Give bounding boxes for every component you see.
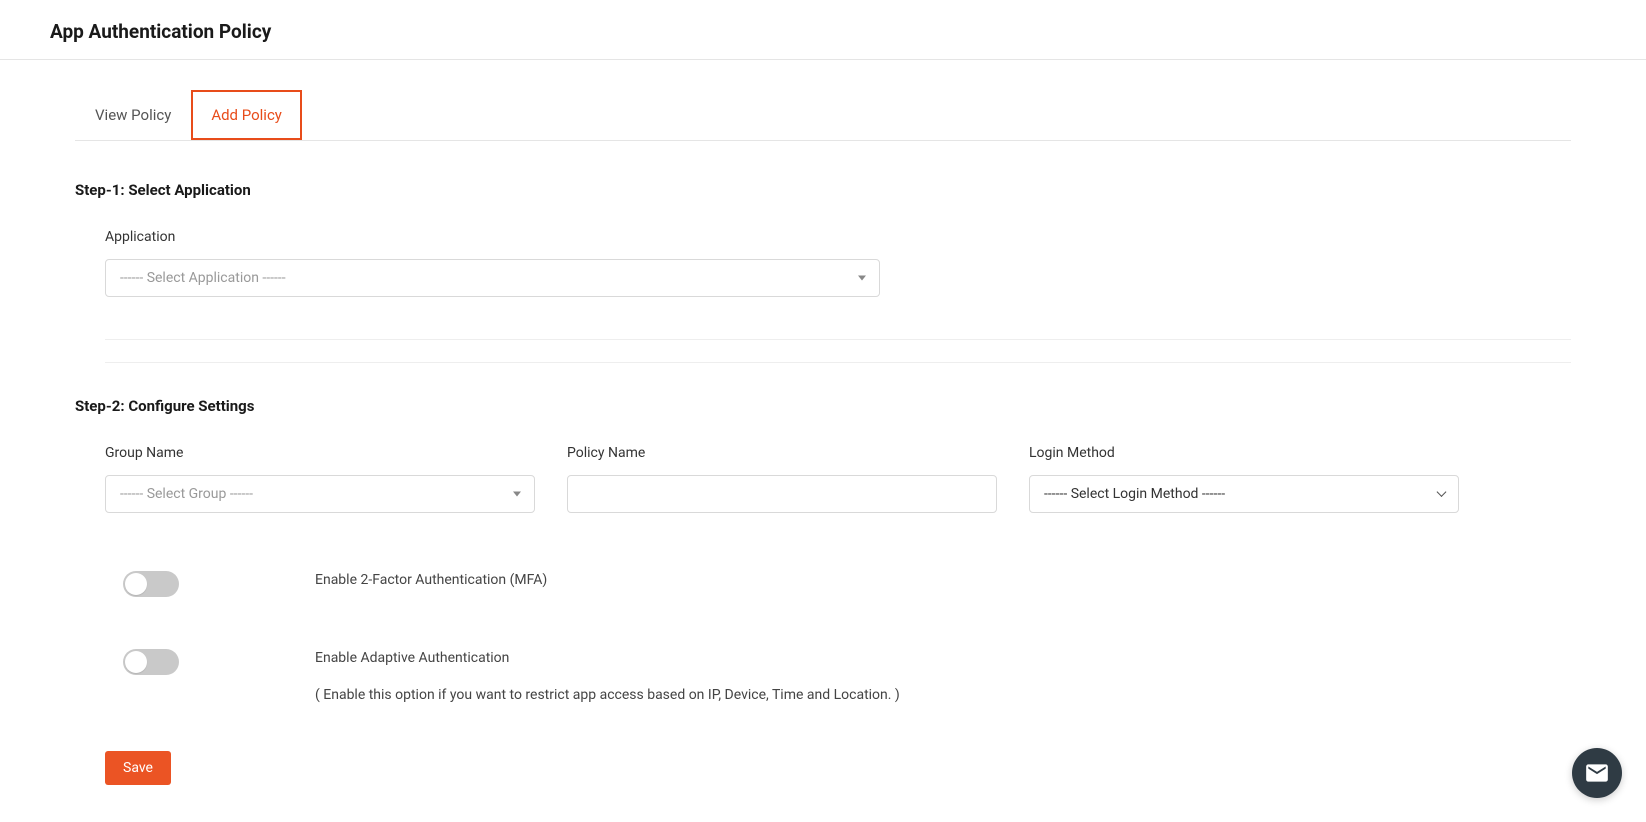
- mfa-toggle[interactable]: [123, 571, 179, 597]
- step2-row: Group Name ------ Select Group ------ Po…: [75, 445, 1571, 513]
- adaptive-label: Enable Adaptive Authentication: [315, 649, 900, 669]
- mfa-label: Enable 2-Factor Authentication (MFA): [315, 571, 547, 591]
- content-area: View Policy Add Policy Step-1: Select Ap…: [0, 60, 1646, 815]
- group-name-label: Group Name: [105, 445, 535, 461]
- step2-section: Step-2: Configure Settings Group Name --…: [75, 397, 1571, 785]
- tab-view-policy[interactable]: View Policy: [75, 90, 191, 140]
- application-select[interactable]: ------ Select Application ------: [105, 259, 880, 297]
- group-select-wrap: ------ Select Group ------: [105, 475, 535, 513]
- policy-name-input[interactable]: [567, 475, 997, 513]
- login-method-select-wrap: ------ Select Login Method ------: [1029, 475, 1459, 513]
- toggle-knob: [125, 573, 147, 595]
- mail-icon: [1584, 760, 1610, 786]
- group-name-select[interactable]: ------ Select Group ------: [105, 475, 535, 513]
- adaptive-row: Enable Adaptive Authentication ( Enable …: [105, 649, 1571, 703]
- save-button[interactable]: Save: [105, 751, 171, 785]
- toggle-knob: [125, 651, 147, 673]
- adaptive-text-block: Enable Adaptive Authentication ( Enable …: [315, 649, 900, 703]
- adaptive-toggle[interactable]: [123, 649, 179, 675]
- adaptive-help-text: ( Enable this option if you want to rest…: [315, 687, 900, 703]
- divider-1: [105, 339, 1571, 340]
- application-label: Application: [105, 229, 1571, 245]
- page-title: App Authentication Policy: [50, 20, 1596, 43]
- policy-name-label: Policy Name: [567, 445, 997, 461]
- group-name-col: Group Name ------ Select Group ------: [105, 445, 535, 513]
- chat-fab-button[interactable]: [1572, 748, 1622, 798]
- step1-section: Application ------ Select Application --…: [75, 229, 1571, 317]
- step1-heading: Step-1: Select Application: [75, 181, 1571, 199]
- toggles-section: Enable 2-Factor Authentication (MFA) Ena…: [75, 571, 1571, 703]
- mfa-row: Enable 2-Factor Authentication (MFA): [105, 571, 1571, 601]
- login-method-label: Login Method: [1029, 445, 1459, 461]
- divider-2: [105, 362, 1571, 363]
- login-method-col: Login Method ------ Select Login Method …: [1029, 445, 1459, 513]
- login-method-select[interactable]: ------ Select Login Method ------: [1029, 475, 1459, 513]
- page-header: App Authentication Policy: [0, 0, 1646, 60]
- step2-heading: Step-2: Configure Settings: [75, 397, 1571, 415]
- application-select-wrap: ------ Select Application ------: [105, 259, 880, 297]
- tabs-bar: View Policy Add Policy: [75, 90, 1571, 141]
- adaptive-toggle-cell: [105, 649, 315, 679]
- policy-name-col: Policy Name: [567, 445, 997, 513]
- mfa-toggle-cell: [105, 571, 315, 601]
- tab-add-policy[interactable]: Add Policy: [191, 90, 302, 140]
